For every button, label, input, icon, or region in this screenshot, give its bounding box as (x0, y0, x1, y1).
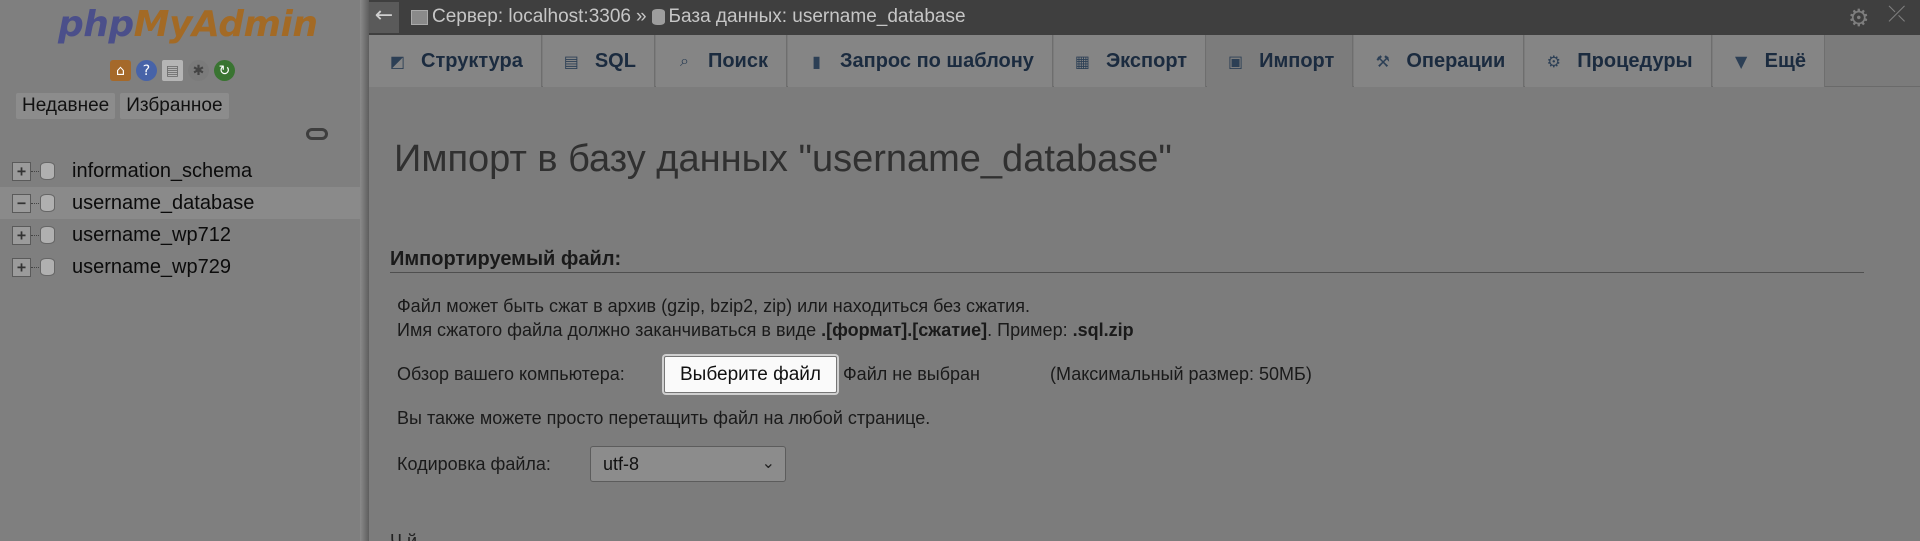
server-icon (411, 9, 428, 25)
next-section-title: Ч й (390, 531, 418, 541)
expand-icon[interactable]: + (12, 257, 31, 277)
navigation-panel: phpMyAdmin ⌂ ? ▤ ✱ ↻ Недавнее Избранное … (0, 0, 366, 541)
database-name[interactable]: username_database (72, 192, 254, 215)
nav-resize-handle[interactable] (360, 0, 369, 541)
tree-line (31, 202, 39, 204)
tab-structure[interactable]: ◩ Структура (369, 35, 542, 87)
tab-export[interactable]: ▦ Экспорт (1053, 35, 1207, 87)
note-text: . Пример: (987, 320, 1073, 340)
database-item-username-database[interactable]: − username_database (0, 187, 360, 219)
note-text: Имя сжатого файла должно заканчиваться в… (397, 320, 822, 340)
import-page: Импорт в базу данных "username_database"… (369, 88, 1920, 541)
tab-label: Импорт (1259, 49, 1335, 72)
tree-line (31, 266, 39, 268)
wrench-icon: ⚒ (1375, 51, 1390, 71)
export-icon: ▦ (1074, 51, 1090, 71)
tab-query[interactable]: ▮ Запрос по шаблону (787, 35, 1053, 87)
choose-file-button[interactable]: Выберите файл (664, 356, 837, 393)
tree-line (31, 234, 39, 236)
sql-icon: ▤ (563, 51, 579, 71)
favorites-button[interactable]: Избранное (120, 93, 229, 119)
tab-label: SQL (594, 49, 636, 72)
tree-line (31, 170, 39, 172)
tab-bar: ◩ Структура ▤ SQL ⌕ Поиск ▮ Запрос по ша… (369, 35, 1920, 87)
dropdown-icon: ▼ (1734, 51, 1748, 71)
section-title: Импортируемый файл: (390, 248, 622, 270)
recent-favorites-tabs: Недавнее Избранное (16, 93, 229, 119)
database-icon (651, 9, 665, 25)
browse-label: Обзор вашего компьютера: (397, 364, 625, 384)
home-icon[interactable]: ⌂ (110, 60, 131, 81)
logo-php-text: php (58, 4, 134, 45)
back-arrow-icon[interactable]: ← (369, 2, 399, 33)
tab-operations[interactable]: ⚒ Операции (1354, 35, 1525, 87)
database-name[interactable]: username_wp729 (72, 256, 231, 279)
database-item-information-schema[interactable]: + information_schema (0, 155, 360, 187)
breadcrumb-server[interactable]: Сервер: localhost:3306 (432, 6, 631, 28)
tab-label: Процедуры (1577, 49, 1693, 72)
tab-label: Поиск (707, 49, 768, 72)
encoding-select[interactable]: utf-8 ⌄ (590, 446, 786, 482)
max-size-text: (Максимальный размер: 50МБ) (1050, 364, 1312, 384)
help-icon[interactable]: ? (136, 60, 157, 81)
query-icon: ▮ (812, 51, 821, 71)
encoding-value: utf-8 (603, 453, 640, 474)
settings-icon[interactable]: ✱ (188, 60, 209, 81)
import-icon: ▣ (1228, 51, 1244, 71)
database-name[interactable]: information_schema (72, 160, 252, 183)
page-title: Импорт в базу данных "username_database" (394, 138, 1172, 180)
docs-icon[interactable]: ▤ (162, 60, 183, 81)
tab-label: Ещё (1764, 49, 1806, 72)
collapse-icon[interactable]: ⤫ (1888, 2, 1906, 27)
reload-icon[interactable]: ↻ (214, 60, 235, 81)
tab-label: Запрос по шаблону (839, 49, 1034, 72)
expand-icon[interactable]: + (12, 161, 31, 181)
tab-routines[interactable]: ⚙ Процедуры (1525, 35, 1712, 87)
encoding-label: Кодировка файла: (397, 454, 551, 474)
recent-button[interactable]: Недавнее (16, 93, 116, 119)
tab-sql[interactable]: ▤ SQL (542, 35, 655, 87)
database-icon (40, 258, 55, 276)
compression-format-note: Имя сжатого файла должно заканчиваться в… (397, 320, 1134, 341)
section-divider (390, 272, 1864, 273)
database-name[interactable]: username_wp712 (72, 224, 231, 247)
routines-icon: ⚙ (1546, 51, 1561, 71)
drag-drop-note: Вы также можете просто перетащить файл н… (397, 408, 931, 428)
breadcrumb-separator: » (635, 6, 647, 27)
tab-import[interactable]: ▣ Импорт (1207, 35, 1354, 87)
database-item-username-wp729[interactable]: + username_wp729 (0, 251, 360, 283)
tab-more[interactable]: ▼ Ещё (1712, 35, 1825, 87)
expand-icon[interactable]: + (12, 225, 31, 245)
database-tree: + information_schema − username_database… (0, 155, 360, 283)
note-example: .sql.zip (1072, 320, 1134, 340)
tab-label: Экспорт (1105, 49, 1188, 72)
note-format: .[формат].[сжатие] (821, 320, 988, 340)
database-icon (40, 226, 55, 244)
logo-icons: ⌂ ? ▤ ✱ ↻ (110, 60, 235, 81)
database-icon (40, 162, 55, 180)
tab-label: Структура (421, 49, 523, 72)
breadcrumb-database[interactable]: База данных: username_database (669, 6, 966, 28)
logo-myadmin-text: MyAdmin (133, 4, 318, 45)
tab-search[interactable]: ⌕ Поиск (655, 35, 787, 87)
compression-note: Файл может быть сжат в архив (gzip, bzip… (397, 296, 1030, 316)
chevron-down-icon: ⌄ (761, 455, 775, 472)
breadcrumb: Сервер: localhost:3306 » База данных: us… (411, 6, 966, 28)
gear-icon[interactable]: ⚙ (1848, 4, 1870, 32)
phpmyadmin-logo[interactable]: phpMyAdmin (58, 4, 318, 45)
collapse-icon[interactable]: − (12, 193, 31, 213)
database-item-username-wp712[interactable]: + username_wp712 (0, 219, 360, 251)
structure-icon: ◩ (389, 51, 406, 71)
no-file-text: Файл не выбран (843, 364, 980, 384)
tab-label: Операции (1406, 49, 1506, 72)
link-icon[interactable] (306, 128, 328, 140)
database-icon (40, 194, 55, 212)
search-icon: ⌕ (679, 51, 689, 70)
breadcrumb-bar: ← Сервер: localhost:3306 » База данных: … (369, 0, 1920, 35)
